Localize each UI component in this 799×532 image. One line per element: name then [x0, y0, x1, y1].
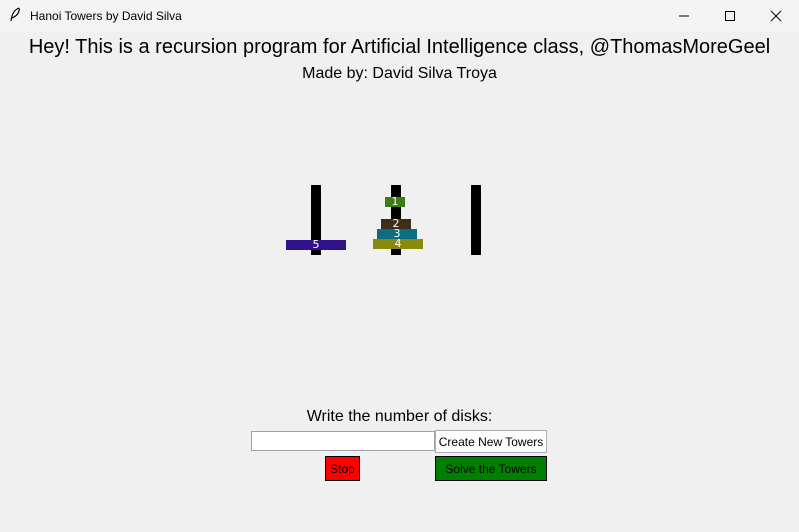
- page-subtitle: Made by: David Silva Troya: [302, 65, 497, 82]
- disk-count-input[interactable]: [251, 431, 435, 451]
- disk-5: 5: [286, 239, 346, 250]
- close-icon: [770, 10, 782, 21]
- feather-icon: [10, 7, 20, 22]
- disk-2: 2: [381, 218, 411, 229]
- maximize-button[interactable]: [707, 0, 753, 31]
- stop-button[interactable]: Stop: [325, 456, 360, 481]
- maximize-icon: [725, 10, 735, 21]
- disk-4: 4: [373, 238, 423, 249]
- peg-right: [471, 185, 481, 255]
- disk-3: 3: [377, 228, 417, 239]
- page-title: Hey! This is a recursion program for Art…: [28, 36, 771, 58]
- minimize-button[interactable]: [661, 0, 707, 31]
- window-title: Hanoi Towers by David Silva: [30, 9, 182, 23]
- title-bar: Hanoi Towers by David Silva: [0, 0, 799, 31]
- disk-1: 1: [385, 196, 405, 207]
- minimize-icon: [679, 15, 689, 16]
- disk-count-label: Write the number of disks:: [306, 408, 493, 425]
- close-button[interactable]: [753, 0, 799, 31]
- solve-button[interactable]: Solve the Towers: [435, 456, 547, 481]
- create-towers-button[interactable]: Create New Towers: [435, 430, 547, 453]
